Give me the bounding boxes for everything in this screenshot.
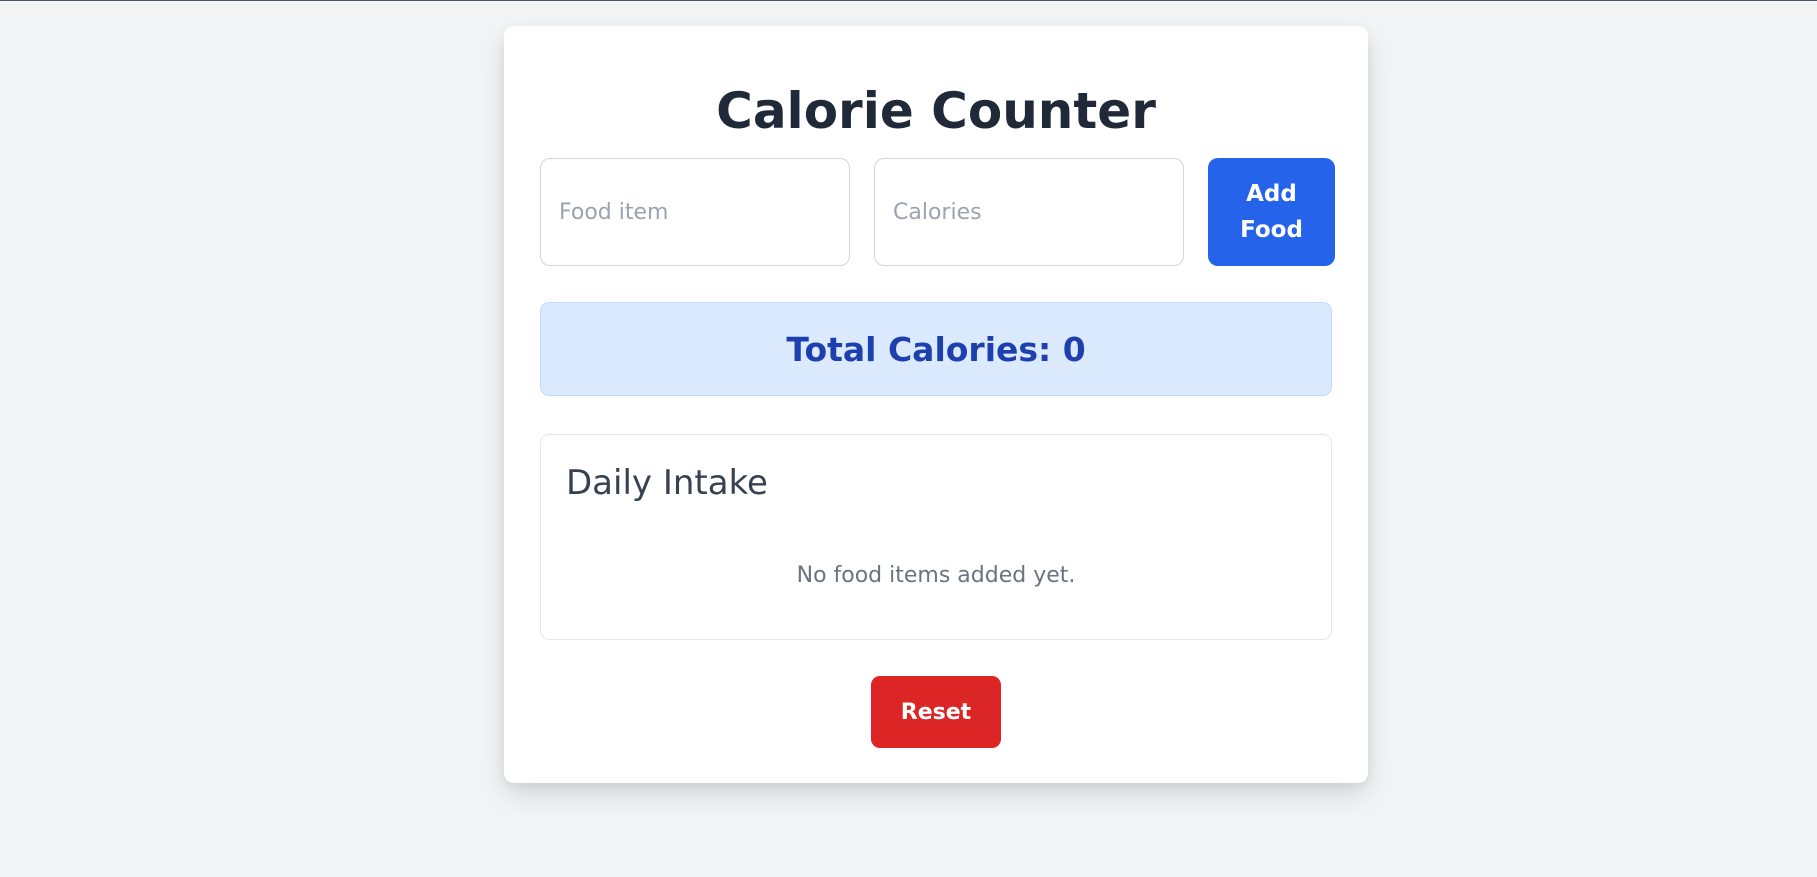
total-calories-panel: Total Calories: 0 [540,302,1332,396]
daily-intake-heading: Daily Intake [566,463,768,503]
add-food-button[interactable]: Add Food [1208,158,1335,266]
food-item-input[interactable] [540,158,850,266]
calories-input[interactable] [874,158,1184,266]
calorie-counter-card: Calorie Counter Add Food Total Calories:… [504,26,1368,783]
page-title: Calorie Counter [716,82,1156,140]
total-calories-text: Total Calories: 0 [786,329,1086,369]
daily-intake-panel: Daily Intake No food items added yet. [540,434,1332,640]
empty-state-message: No food items added yet. [796,563,1076,588]
reset-button[interactable]: Reset [871,676,1001,748]
